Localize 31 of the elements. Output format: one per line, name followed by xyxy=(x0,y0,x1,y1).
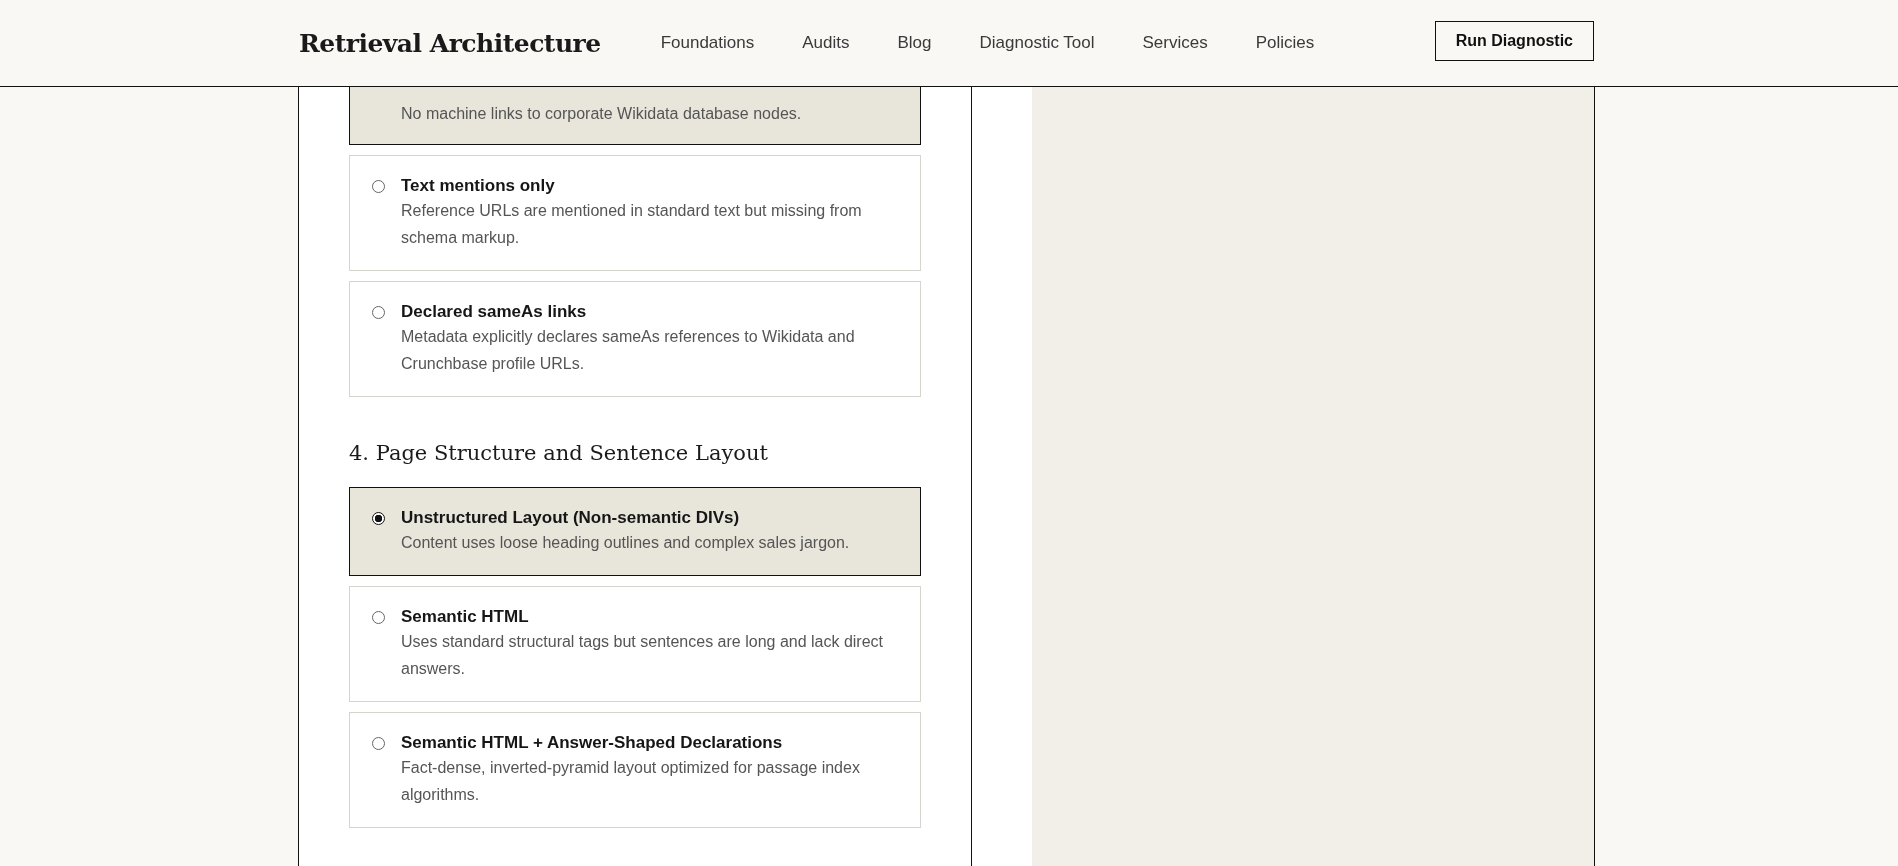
run-diagnostic-button[interactable]: Run Diagnostic xyxy=(1434,21,1594,61)
radio-button[interactable] xyxy=(372,306,385,319)
option-card[interactable]: No machine links to corporate Wikidata database nodes. xyxy=(349,87,921,145)
option-description: Reference URLs are mentioned in standard text but missing from schema markup. xyxy=(401,201,863,248)
option-title: Declared sameAs links xyxy=(401,301,588,323)
site-logo[interactable]: Retrieval Architecture xyxy=(299,28,601,58)
nav-link[interactable]: Foundations xyxy=(660,33,755,53)
option-title: Semantic HTML xyxy=(401,606,530,628)
nav-link[interactable]: Policies xyxy=(1255,33,1315,53)
radio-button[interactable] xyxy=(372,180,385,193)
option-description: No machine links to corporate Wikidata database nodes. xyxy=(401,104,802,124)
radio-button[interactable] xyxy=(372,512,385,525)
option-card[interactable]: Semantic HTML Uses standard structural tags but sentences are long and lack direct answers. xyxy=(349,586,921,702)
option-title: Semantic HTML + Answer-Shaped Declarations xyxy=(401,732,784,754)
nav-link[interactable]: Diagnostic Tool xyxy=(979,33,1095,53)
option-title: Text mentions only xyxy=(401,175,556,197)
option-card[interactable]: Unstructured Layout (Non-semantic DIVs) Content uses loose heading outlines and complex sales jargon. xyxy=(349,487,921,576)
option-card[interactable]: Text mentions only Reference URLs are mentioned in standard text but missing from schema markup. xyxy=(349,155,921,271)
option-card[interactable]: Semantic HTML + Answer-Shaped Declarations Fact-dense, inverted-pyramid layout optimized for passage index algorithms. xyxy=(349,712,921,828)
radio-button[interactable] xyxy=(372,737,385,750)
option-description: Content uses loose heading outlines and complex sales jargon. xyxy=(401,533,850,553)
section-heading: 4. Page Structure and Sentence Layout xyxy=(349,441,769,465)
option-description: Metadata explicitly declares sameAs references to Wikidata and Crunchbase profile URLs. xyxy=(401,327,856,374)
option-card[interactable]: Declared sameAs links Metadata explicitly declares sameAs references to Wikidata and Crunchbase profile URLs. xyxy=(349,281,921,397)
option-description: Uses standard structural tags but sentences are long and lack direct answers. xyxy=(401,632,885,679)
radio-button[interactable] xyxy=(372,611,385,624)
nav-link[interactable]: Audits xyxy=(802,33,850,53)
nav-link[interactable]: Blog xyxy=(897,33,932,53)
option-description: Fact-dense, inverted-pyramid layout optimized for passage index algorithms. xyxy=(401,758,861,805)
nav-link[interactable]: Services xyxy=(1142,33,1208,53)
option-title: Unstructured Layout (Non-semantic DIVs) xyxy=(401,507,741,529)
